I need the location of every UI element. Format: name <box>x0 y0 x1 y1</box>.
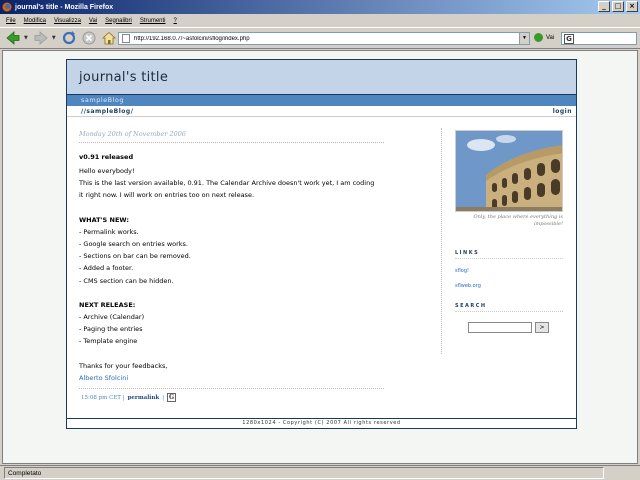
whats-new-item: - Permalink works. <box>79 227 139 236</box>
sidebar: Only, the place where everything is impo… <box>455 130 563 333</box>
post-greeting: Hello everybody! <box>79 167 135 175</box>
sidebar-link[interactable]: sflweb.org <box>455 283 563 289</box>
menu-bar: File Modifica Visualizza Vai Segnalibri … <box>0 14 640 27</box>
permalink-link[interactable]: permalink <box>128 395 160 401</box>
menu-file[interactable]: File <box>6 18 16 24</box>
post-date: Monday 20th of November 2006 <box>79 130 384 143</box>
forward-dropdown-icon[interactable]: ▼ <box>52 35 56 41</box>
firefox-icon <box>2 2 12 12</box>
next-release-heading: NEXT RELEASE: <box>79 300 136 309</box>
post-time: 15:08 pm CET | <box>81 394 125 401</box>
forward-icon <box>34 31 48 45</box>
menu-strumenti[interactable]: Strumenti <box>140 18 166 24</box>
post-footer: 15:08 pm CET | permalink | G <box>79 388 384 403</box>
menu-modifica[interactable]: Modifica <box>24 18 46 24</box>
post-author[interactable]: Alberto Sfolcini <box>79 372 384 384</box>
whats-new-item: - Google search on entries works. <box>79 240 188 249</box>
column-divider <box>441 128 442 354</box>
address-bar[interactable]: http://192.168.0.7/~asfolcini/sflog/inde… <box>118 32 530 45</box>
next-release-item: - Archive (Calendar) <box>79 313 145 322</box>
sidebar-link[interactable]: sflog! <box>455 268 563 274</box>
window-title: journal's title - Mozilla Firefox <box>15 3 114 11</box>
url-text[interactable]: http://192.168.0.7/~asfolcini/sflog/inde… <box>134 36 519 42</box>
close-button[interactable]: × <box>626 1 638 12</box>
post-title: v0.91 released <box>79 153 134 161</box>
window-titlebar: journal's title - Mozilla Firefox _ □ × <box>0 0 640 14</box>
back-dropdown-icon[interactable]: ▼ <box>24 35 28 41</box>
search-submit-button[interactable]: > <box>535 322 549 333</box>
url-dropdown-icon[interactable]: ▼ <box>519 33 529 44</box>
go-button[interactable]: Vai <box>534 33 554 42</box>
next-release-item: - Template engine <box>79 337 138 346</box>
copyright-footer: 1280x1024 - Copyright (C) 2007 All right… <box>67 418 576 428</box>
blog-name-bar: sampleBlog <box>67 95 576 106</box>
google-icon[interactable]: G <box>564 33 574 44</box>
post-intro-line: This is the last version available, 0.91… <box>79 179 375 188</box>
stop-icon <box>82 31 96 45</box>
post-intro-line: it right now. I will work on entries too… <box>79 191 255 200</box>
go-icon <box>534 33 543 42</box>
whats-new-item: - Added a footer. <box>79 264 134 273</box>
whats-new-item: - Sections on bar can be removed. <box>79 252 191 261</box>
reload-icon <box>62 31 75 45</box>
colosseum-photo <box>455 130 563 212</box>
menu-help[interactable]: ? <box>174 18 177 24</box>
journal-title: journal's title <box>79 69 169 85</box>
menu-segnalibri[interactable]: Segnalibri <box>105 18 132 24</box>
login-link[interactable]: login <box>553 108 572 115</box>
blog-name[interactable]: sampleBlog <box>81 96 124 104</box>
home-button[interactable] <box>100 29 118 47</box>
back-button[interactable] <box>4 29 22 47</box>
sidebar-search: > <box>455 322 563 333</box>
stop-button[interactable] <box>80 29 98 47</box>
colosseum-image <box>456 131 562 211</box>
status-text: Completato <box>4 467 604 479</box>
back-icon <box>6 31 20 45</box>
photo-caption: Only, the place where everything is impo… <box>473 214 563 227</box>
forward-button[interactable] <box>32 29 50 47</box>
footer-separator: | <box>162 394 165 401</box>
home-icon <box>101 31 116 45</box>
go-label: Vai <box>546 34 555 41</box>
google-search-button[interactable]: G <box>167 393 177 403</box>
page-icon <box>122 34 130 43</box>
page-viewport: journal's title sampleBlog //sampleBlog/… <box>2 50 638 464</box>
next-release-item: - Paging the entries <box>79 325 143 334</box>
whats-new-heading: WHAT'S NEW: <box>79 215 129 224</box>
breadcrumb[interactable]: //sampleBlog/ <box>81 108 133 115</box>
search-input[interactable] <box>468 322 532 333</box>
post-column: Monday 20th of November 2006 v0.91 relea… <box>79 130 384 403</box>
blog-header: journal's title <box>67 60 576 95</box>
status-bar: Completato <box>0 465 640 480</box>
breadcrumb-row: //sampleBlog/ login <box>67 106 576 117</box>
links-heading: LINKS <box>455 250 563 259</box>
post-thanks: Thanks for your feedbacks, <box>79 361 168 370</box>
maximize-button[interactable]: □ <box>612 1 624 12</box>
menu-vai[interactable]: Vai <box>89 18 97 24</box>
whats-new-item: - CMS section can be hidden. <box>79 276 174 285</box>
menu-visualizza[interactable]: Visualizza <box>54 18 81 24</box>
navigation-toolbar: ▼ ▼ http://192.168.0.7/~asfolcini/sflog/… <box>0 27 640 49</box>
minimize-button[interactable]: _ <box>598 1 610 12</box>
search-bar[interactable]: G <box>561 32 637 45</box>
search-heading: SEARCH <box>455 303 563 312</box>
blog-container: journal's title sampleBlog //sampleBlog/… <box>66 59 577 429</box>
reload-button[interactable] <box>60 29 78 47</box>
